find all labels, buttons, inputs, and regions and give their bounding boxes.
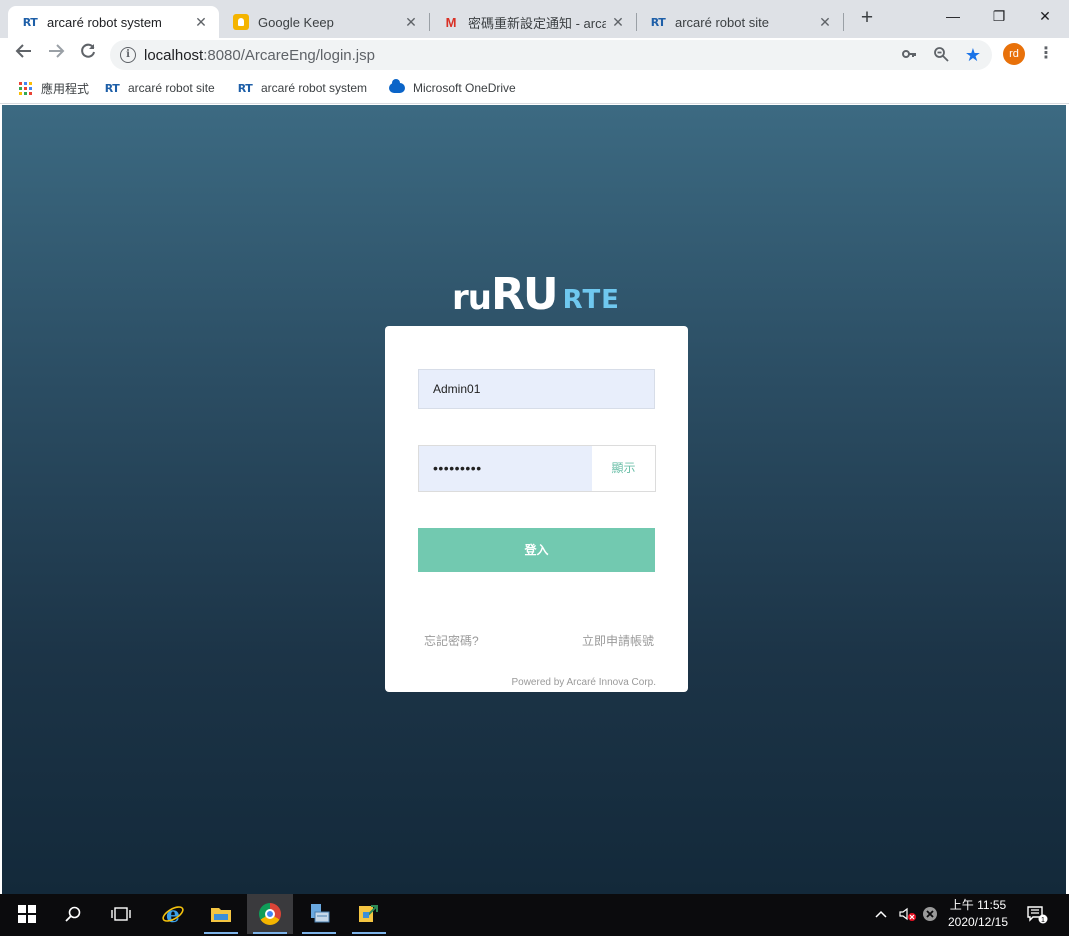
network-disconnected-icon[interactable] [922,894,938,934]
password-group: ••••••••• 顯示 [418,445,656,492]
close-icon[interactable]: ✕ [817,14,833,31]
key-icon[interactable] [900,46,918,64]
bookmarks-bar: 應用程式 RT arcaré robot site RT arcaré robo… [0,72,1069,104]
tab-separator [843,13,844,31]
action-center-icon[interactable]: 1 [1026,894,1048,934]
logo-ru-small: ru [452,278,492,318]
bookmark-onedrive[interactable]: Microsoft OneDrive [389,79,516,97]
tab-title: arcaré robot site [675,14,769,30]
reload-icon[interactable] [75,42,101,68]
close-icon[interactable]: ✕ [193,14,209,31]
restore-button[interactable]: ❐ [976,4,1022,28]
volume-muted-icon[interactable] [898,894,918,934]
browser-toolbar: i localhost:8080/ArcareEng/login.jsp ★ r… [0,38,1069,72]
bookmark-label: arcaré robot system [261,81,368,95]
close-icon[interactable]: ✕ [610,14,626,31]
notification-badge: 1 [1041,917,1045,924]
bookmark-arcare-robot-site[interactable]: RT arcaré robot site [104,79,215,97]
bookmark-star-icon[interactable]: ★ [964,46,982,64]
tab-strip: RT arcaré robot system ✕ Google Keep ✕ M… [0,0,1069,38]
svg-text:e: e [166,902,180,926]
internet-explorer-icon[interactable]: e [150,894,196,934]
address-bar[interactable]: i localhost:8080/ArcareEng/login.jsp ★ [110,40,992,70]
rt-icon: RT [22,15,38,29]
login-page: ru RU RTE Admin01 ••••••••• 顯示 登入 忘記密碼? … [2,105,1066,894]
register-account-link[interactable]: 立即申請帳號 [582,632,654,649]
file-explorer-icon[interactable] [198,894,244,934]
show-password-button[interactable]: 顯示 [592,446,655,491]
login-button[interactable]: 登入 [418,528,655,572]
search-icon[interactable] [50,894,96,934]
powered-by-text: Powered by Arcaré Innova Corp. [511,677,656,688]
remote-app-icon[interactable] [346,894,392,934]
bookmark-apps[interactable]: 應用程式 [17,79,89,97]
bookmark-label: arcaré robot site [128,81,215,95]
forgot-password-link[interactable]: 忘記密碼? [424,632,479,649]
task-view-icon[interactable] [98,894,144,934]
close-window-button[interactable]: ✕ [1022,4,1068,28]
back-arrow-icon[interactable] [11,42,37,68]
chrome-icon [259,903,281,925]
chrome-taskbar-button[interactable] [247,894,293,934]
tab-title: Google Keep [258,14,334,30]
clock-date: 2020/12/15 [947,915,1009,929]
site-info-icon[interactable]: i [120,47,136,63]
new-tab-button[interactable]: + [856,7,878,30]
rt-icon: RT [237,81,253,95]
bookmark-label: Microsoft OneDrive [413,81,516,95]
server-manager-icon[interactable] [296,894,342,934]
password-input[interactable]: ••••••••• [419,446,592,491]
rt-icon: RT [104,81,120,95]
windows-logo-icon [18,905,36,923]
login-card: Admin01 ••••••••• 顯示 登入 忘記密碼? 立即申請帳號 Pow… [385,326,688,692]
google-keep-icon [233,14,249,30]
tab-title: arcaré robot system [47,14,162,30]
onedrive-cloud-icon [389,79,405,96]
logo-ru-big: RU [490,269,559,320]
zoom-icon[interactable] [932,46,950,64]
tab-arcare-robot-site[interactable]: RT arcaré robot site ✕ [636,6,843,38]
rt-icon: RT [650,15,666,29]
tab-title: 密碼重新設定通知 - arcare [468,15,606,31]
apps-grid-icon [17,80,33,96]
forward-arrow-icon[interactable] [43,42,69,68]
tab-gmail[interactable]: M 密碼重新設定通知 - arcare ✕ [429,6,636,38]
tab-google-keep[interactable]: Google Keep ✕ [219,6,429,38]
minimize-button[interactable]: — [930,4,976,28]
gmail-icon: M [445,14,457,30]
profile-avatar[interactable]: rd [1003,43,1025,65]
clock-time: 上午 11:55 [949,898,1007,912]
bookmark-label: 應用程式 [41,81,90,96]
taskbar-clock[interactable]: 上午 11:55 2020/12/15 [938,897,1018,931]
show-hidden-icons-chevron-icon[interactable] [874,894,888,934]
windows-taskbar: e 上午 11:55 2020/12/15 1 [0,894,1069,936]
close-icon[interactable]: ✕ [403,14,419,31]
tab-arcare-robot-system[interactable]: RT arcaré robot system ✕ [8,6,219,38]
rurte-logo: ru RU RTE [452,269,620,320]
start-button[interactable] [4,894,50,934]
url-text: localhost:8080/ArcareEng/login.jsp [144,47,375,64]
logo-rte: RTE [562,285,620,315]
menu-kebab-icon[interactable]: ⋮ [1038,43,1054,65]
bookmark-arcare-robot-system[interactable]: RT arcaré robot system [237,79,367,97]
username-input[interactable]: Admin01 [418,369,655,409]
